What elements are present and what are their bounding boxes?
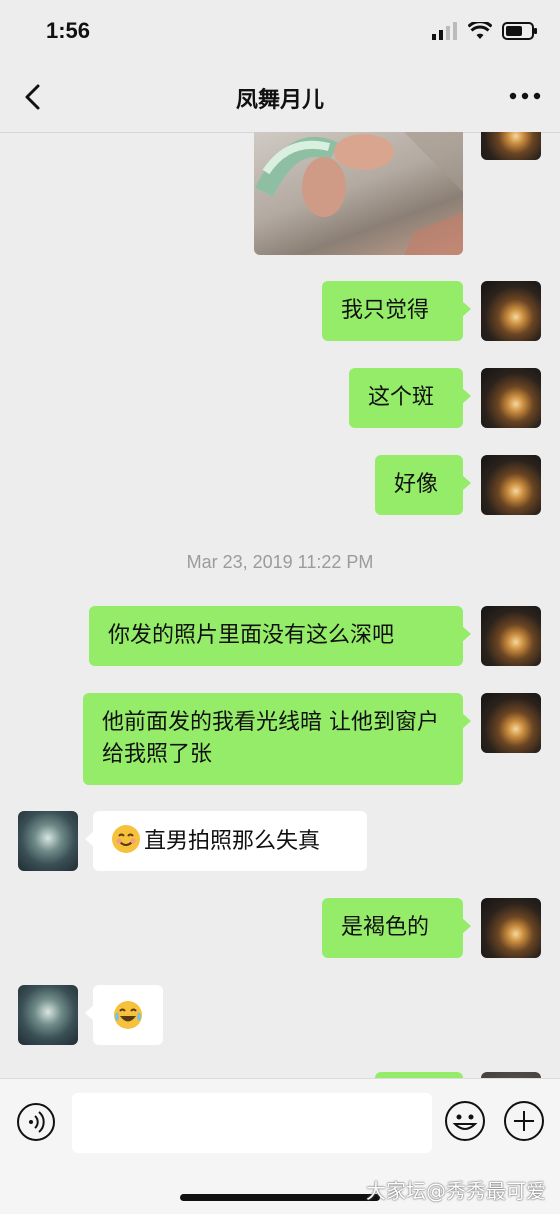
image-message[interactable] [254, 132, 463, 255]
my-avatar[interactable] [481, 281, 541, 341]
my-avatar[interactable] [481, 693, 541, 753]
tears-of-joy-icon [114, 1001, 142, 1029]
message-bubble-sent[interactable]: 是褐色的 [322, 898, 471, 958]
contact-avatar[interactable] [18, 811, 78, 871]
message-bubble-sent[interactable]: 你发的照片里面没有这么深吧 [89, 606, 471, 666]
home-indicator[interactable] [180, 1194, 380, 1201]
status-icons [432, 22, 538, 40]
message-bubble-received[interactable]: 直男拍照那么失真 [85, 811, 367, 871]
watermark: 大家坛@秀秀最可爱 [366, 1179, 546, 1203]
plus-icon[interactable] [503, 1100, 545, 1142]
jade-bangle-photo [255, 132, 463, 255]
message-bubble-received[interactable] [85, 985, 163, 1045]
message-bubble-sent[interactable]: 这个斑 [349, 368, 471, 428]
message-bubble-sent[interactable]: 他前面发的我看光线暗 让他到窗户给我照了张 [83, 693, 471, 785]
chat-header: 凤舞月儿 [0, 64, 560, 133]
input-bar: 大家坛@秀秀最可爱 [0, 1078, 560, 1214]
status-bar: 1:56 [0, 0, 560, 64]
chat-title: 凤舞月儿 [235, 88, 324, 113]
status-time: 1:56 [46, 18, 91, 43]
my-avatar[interactable] [481, 368, 541, 428]
my-avatar[interactable] [481, 132, 541, 160]
cellular-signal-icon [432, 22, 457, 40]
chat-timestamp: Mar 23, 2019 11:22 PM [186, 552, 374, 572]
message-bubble-sent[interactable]: 好像 [375, 455, 471, 515]
chat-area[interactable]: 我只觉得 这个斑 好像 Mar 23, 2019 11:22 PM 你发的照片里… [0, 132, 560, 1078]
message-input[interactable] [72, 1093, 432, 1153]
voice-input-icon[interactable] [16, 1102, 56, 1142]
my-avatar[interactable] [481, 606, 541, 666]
my-avatar[interactable] [481, 898, 541, 958]
battery-icon [502, 22, 537, 40]
wifi-icon [468, 22, 492, 39]
message-text: 直男拍照那么失真 [144, 829, 321, 854]
contact-avatar[interactable] [18, 985, 78, 1045]
my-avatar[interactable] [481, 455, 541, 515]
more-icon[interactable] [508, 82, 542, 110]
smiling-face-icon [112, 825, 140, 853]
emoji-icon[interactable] [444, 1100, 486, 1142]
message-bubble-sent[interactable]: 我只觉得 [322, 281, 471, 341]
